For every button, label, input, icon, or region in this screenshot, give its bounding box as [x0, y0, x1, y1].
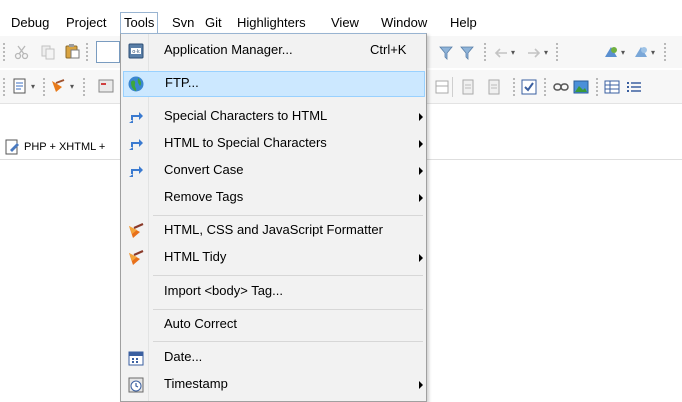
- clock-icon: [128, 377, 144, 393]
- menu-item-formatter[interactable]: HTML, CSS and JavaScript Formatter: [123, 218, 425, 244]
- run-icon[interactable]: [603, 44, 619, 60]
- calendar-icon: [128, 351, 144, 366]
- application-manager-icon: o·k: [128, 43, 144, 59]
- copy-icon[interactable]: [40, 44, 56, 60]
- list-icon[interactable]: [626, 79, 642, 95]
- menu-item-label: HTML to Special Characters: [164, 135, 327, 150]
- menu-separator: [153, 341, 423, 342]
- toolbar-grip[interactable]: [664, 43, 666, 61]
- menu-git[interactable]: Git: [205, 12, 222, 34]
- forward-icon[interactable]: [526, 45, 542, 61]
- convert-arrows-icon: [129, 112, 143, 123]
- submenu-arrow-icon: [419, 113, 423, 121]
- filter-icon[interactable]: [439, 45, 455, 61]
- menu-separator: [153, 309, 423, 310]
- chevron-down-icon[interactable]: ▾: [544, 48, 548, 57]
- form-icon[interactable]: [98, 78, 114, 94]
- paste-icon[interactable]: [64, 43, 80, 59]
- cut-icon[interactable]: [14, 44, 30, 60]
- menu-item-label: Remove Tags: [164, 189, 244, 204]
- menu-item-label: Special Characters to HTML: [164, 108, 328, 123]
- submenu-arrow-icon: [419, 194, 423, 202]
- filter-clear-icon[interactable]: [460, 45, 476, 61]
- toolbar-grip[interactable]: [43, 78, 45, 96]
- php-file-icon: [5, 139, 19, 155]
- svg-text:o·k: o·k: [132, 49, 140, 55]
- menu-item-label: Convert Case: [164, 162, 244, 177]
- new-document-icon[interactable]: [12, 78, 28, 94]
- toolbar-grip[interactable]: [484, 43, 486, 61]
- checklist-icon[interactable]: [521, 79, 537, 95]
- back-icon[interactable]: [493, 45, 509, 61]
- globe-icon: [128, 76, 144, 92]
- toolbar-grip[interactable]: [83, 78, 85, 96]
- menu-window[interactable]: Window: [381, 12, 427, 34]
- menu-view[interactable]: View: [331, 12, 359, 34]
- tab-document[interactable]: PHP + XHTML +: [0, 134, 105, 160]
- chevron-down-icon[interactable]: ▾: [511, 48, 515, 57]
- menu-item-timestamp[interactable]: Timestamp: [123, 372, 425, 398]
- menu-item-html-tidy[interactable]: HTML Tidy: [123, 245, 425, 271]
- menu-item-label: Application Manager...: [164, 42, 293, 57]
- toolbar-grip[interactable]: [3, 78, 5, 96]
- find-combo[interactable]: [96, 41, 120, 63]
- menu-item-label: HTML, CSS and JavaScript Formatter: [164, 222, 383, 237]
- broom-icon: [129, 222, 144, 238]
- convert-arrows-icon: [129, 139, 143, 150]
- menu-item-label: Date...: [164, 349, 203, 364]
- chevron-down-icon[interactable]: ▾: [70, 82, 74, 91]
- toolbar-grip[interactable]: [86, 43, 88, 61]
- menu-item-import-body-tag[interactable]: Import <body> Tag...: [123, 279, 425, 305]
- menu-help[interactable]: Help: [450, 12, 477, 34]
- toolbar-grip[interactable]: [596, 78, 598, 96]
- menu-highlighters[interactable]: Highlighters: [237, 12, 306, 34]
- menu-svn[interactable]: Svn: [172, 12, 194, 34]
- chevron-down-icon[interactable]: ▾: [621, 48, 625, 57]
- menu-project[interactable]: Project: [66, 12, 106, 34]
- toolbar-grip[interactable]: [544, 78, 546, 96]
- menu-item-date[interactable]: Date...: [123, 345, 425, 371]
- chevron-down-icon[interactable]: ▾: [651, 48, 655, 57]
- submenu-arrow-icon: [419, 254, 423, 262]
- tab-label: PHP + XHTML +: [24, 141, 106, 153]
- menu-item-label: Import <body> Tag...: [164, 283, 283, 298]
- toolbar-grip[interactable]: [3, 43, 5, 61]
- image-icon[interactable]: [573, 79, 589, 95]
- broom-icon[interactable]: [50, 78, 66, 94]
- menu-item-label: FTP...: [165, 75, 199, 90]
- menu-item-remove-tags[interactable]: Remove Tags: [123, 185, 425, 211]
- submenu-arrow-icon: [419, 140, 423, 148]
- menu-separator: [153, 275, 423, 276]
- menu-item-shortcut: Ctrl+K: [370, 42, 407, 57]
- menu-item-label: HTML Tidy: [164, 249, 227, 264]
- menu-item-auto-correct[interactable]: Auto Correct: [123, 312, 425, 338]
- menu-bar: Debug Project Tools Svn Git Highlighters…: [0, 12, 682, 34]
- debug-run-icon[interactable]: [633, 44, 649, 60]
- toolbar-separator: [452, 77, 453, 97]
- menu-tools[interactable]: Tools: [120, 12, 159, 34]
- page-icon[interactable]: [486, 79, 502, 95]
- menu-separator: [153, 215, 423, 216]
- menu-debug[interactable]: Debug: [11, 12, 49, 34]
- menu-item-html-to-special-characters[interactable]: HTML to Special Characters: [123, 131, 425, 157]
- toolbar-grip[interactable]: [513, 78, 515, 96]
- chevron-down-icon[interactable]: ▾: [31, 82, 35, 91]
- submenu-arrow-icon: [419, 167, 423, 175]
- toolbar-grip[interactable]: [556, 43, 558, 61]
- submenu-arrow-icon: [419, 381, 423, 389]
- convert-arrows-icon: [129, 166, 143, 177]
- menu-item-convert-case[interactable]: Convert Case: [123, 158, 425, 184]
- menu-item-application-manager[interactable]: o·k Application Manager... Ctrl+K: [123, 38, 425, 64]
- page-icon[interactable]: [460, 79, 476, 95]
- link-icon[interactable]: [553, 79, 569, 95]
- table-insert-icon[interactable]: [604, 79, 620, 95]
- menu-item-label: Timestamp: [164, 376, 228, 391]
- menu-item-label: Auto Correct: [164, 316, 237, 331]
- menu-item-ftp[interactable]: FTP...: [123, 71, 425, 97]
- broom-icon: [129, 249, 144, 265]
- table-icon[interactable]: [434, 79, 450, 95]
- menu-item-special-characters-to-html[interactable]: Special Characters to HTML: [123, 104, 425, 130]
- tools-menu: o·k Application Manager... Ctrl+K FTP...…: [120, 33, 427, 402]
